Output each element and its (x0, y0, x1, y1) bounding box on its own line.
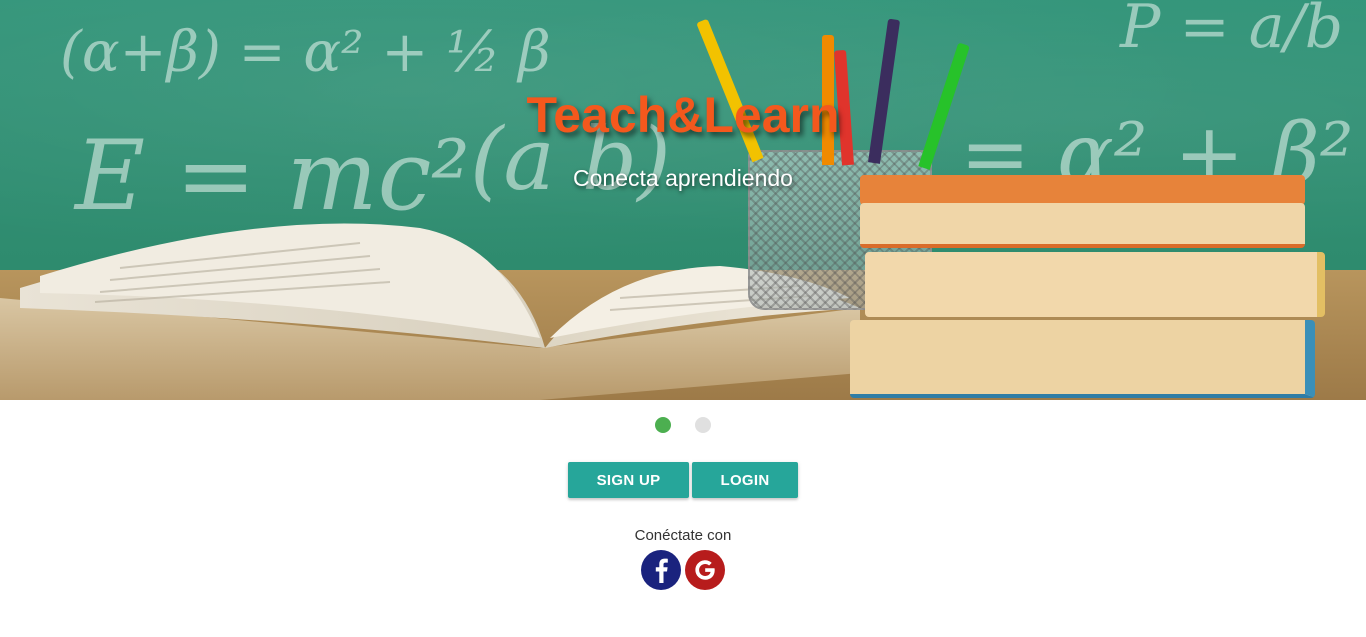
carousel-indicator-2[interactable] (695, 417, 711, 433)
google-icon (695, 560, 715, 580)
hero-subtitle: Conecta aprendiendo (573, 165, 793, 191)
carousel-indicator-1[interactable] (655, 417, 671, 433)
social-login-label: Conéctate con (634, 527, 732, 544)
chalk-formula: (α+β) = α² + ½ β (60, 20, 551, 85)
carousel-indicators (0, 417, 1366, 433)
login-button[interactable]: LOGIN (692, 462, 798, 498)
book-stack-image (845, 170, 1335, 400)
open-book-image (0, 223, 860, 400)
chalk-formula: P = a/b (1120, 0, 1344, 62)
facebook-login-button[interactable] (641, 550, 681, 590)
social-login-buttons (0, 550, 1366, 590)
sign-up-button[interactable]: SIGN UP (568, 462, 689, 498)
auth-actions: SIGN UP LOGIN (0, 462, 1366, 498)
facebook-icon (655, 558, 668, 583)
google-login-button[interactable] (685, 550, 725, 590)
hero-carousel[interactable]: (α+β) = α² + ½ β E = mc² (a b) P = a/b =… (0, 0, 1366, 400)
hero-title: Teach&Learn (526, 87, 840, 143)
